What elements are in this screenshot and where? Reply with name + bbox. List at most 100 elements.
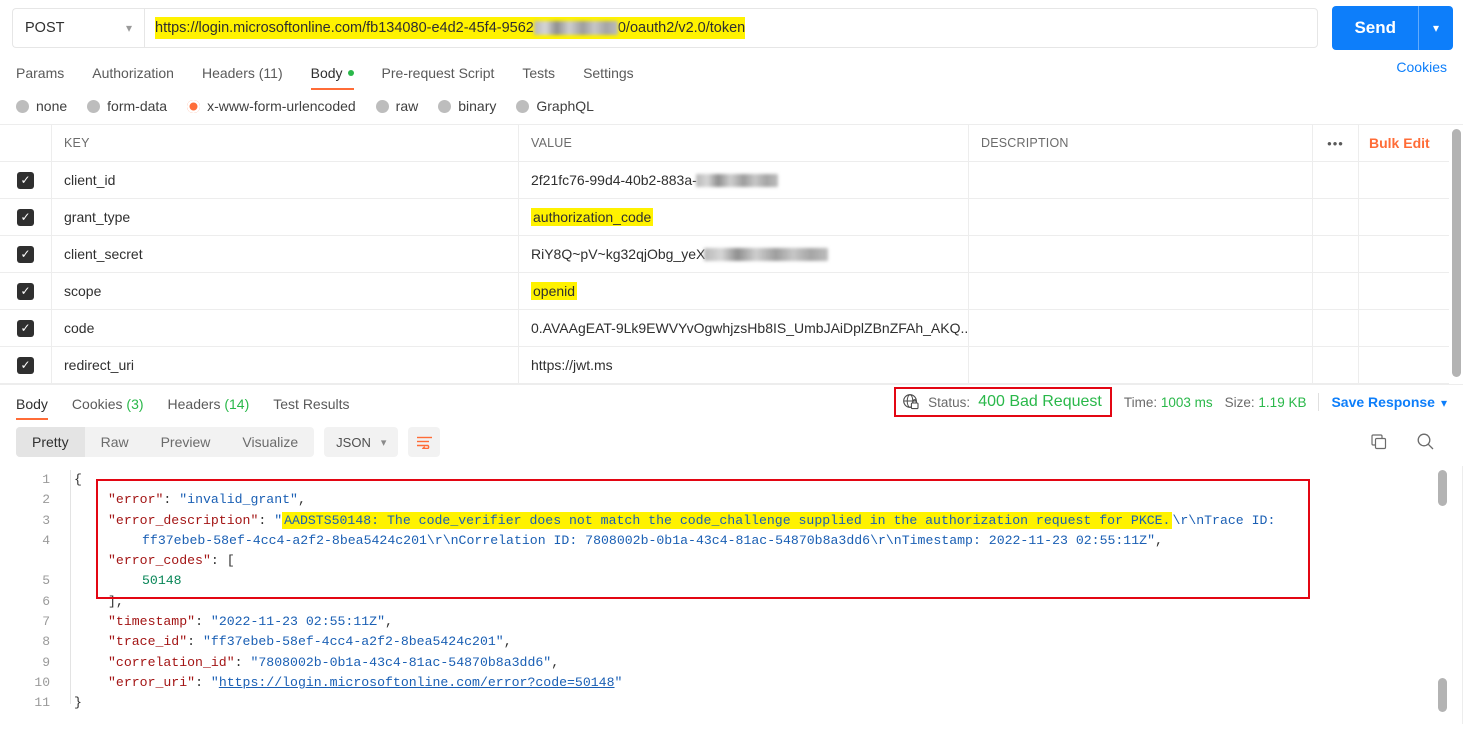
row-spacer-bulk — [1359, 162, 1463, 198]
code-lines: { "error": "invalid_grant", "error_descr… — [74, 470, 1433, 714]
scrollbar-thumb[interactable] — [1452, 129, 1461, 377]
radio-icon — [375, 99, 389, 113]
tab-tests[interactable]: Tests — [522, 65, 555, 90]
param-value[interactable]: openid — [519, 273, 969, 309]
body-type-x-www-form-urlencoded[interactable]: x-www-form-urlencoded — [187, 98, 356, 114]
checkbox-checked-icon[interactable]: ✓ — [17, 245, 34, 263]
param-key[interactable]: code — [52, 310, 519, 346]
table-row[interactable]: ✓ code 0.AVAAgEAT-9Lk9EWVYvOgwhjzsHb8IS_… — [0, 310, 1463, 347]
http-method-label: POST — [25, 20, 65, 36]
response-tab-cookies-count: (3) — [126, 396, 144, 412]
params-table-header: KEY VALUE DESCRIPTION ••• Bulk Edit — [0, 125, 1463, 162]
param-value[interactable]: RiY8Q~pV~kg32qjObg_yeX — [519, 236, 969, 272]
json-key-timestamp: "timestamp" — [108, 614, 196, 630]
bulk-edit-button[interactable]: Bulk Edit — [1359, 125, 1463, 161]
table-row[interactable]: ✓ client_id 2f21fc76-99d4-40b2-883a- — [0, 162, 1463, 199]
param-value[interactable]: authorization_code — [519, 199, 969, 235]
line-number: 11 — [34, 695, 50, 711]
json-value-error-uri-link[interactable]: https://login.microsoftonline.com/error?… — [219, 675, 615, 690]
response-tab-headers[interactable]: Headers (14) — [168, 396, 250, 420]
body-type-form-data-label: form-data — [107, 98, 168, 114]
redacted-value — [704, 247, 829, 261]
table-row[interactable]: ✓ scope openid — [0, 273, 1463, 310]
row-checkbox-cell[interactable]: ✓ — [0, 273, 52, 309]
param-description[interactable] — [969, 273, 1313, 309]
row-checkbox-cell[interactable]: ✓ — [0, 162, 52, 198]
cookies-link[interactable]: Cookies — [1396, 59, 1447, 75]
response-format-selector[interactable]: JSON ▾ — [324, 427, 399, 457]
code-line-2: "error": "invalid_grant", — [108, 492, 306, 508]
tab-authorization[interactable]: Authorization — [92, 65, 174, 90]
table-row[interactable]: ✓ redirect_uri https://jwt.ms — [0, 347, 1463, 384]
search-button[interactable] — [1416, 432, 1435, 456]
param-description[interactable] — [969, 162, 1313, 198]
scrollbar-thumb-secondary[interactable] — [1438, 678, 1447, 712]
view-preview[interactable]: Preview — [145, 427, 227, 457]
param-value[interactable]: 0.AVAAgEAT-9Lk9EWVYvOgwhjzsHb8IS_UmbJAiD… — [519, 310, 969, 346]
json-key-error-codes: "error_codes" — [108, 553, 211, 569]
scrollbar-thumb[interactable] — [1438, 470, 1447, 506]
send-button[interactable]: Send ▾ — [1332, 6, 1453, 50]
redacted-value — [695, 173, 778, 187]
table-row[interactable]: ✓ client_secret RiY8Q~pV~kg32qjObg_yeX — [0, 236, 1463, 273]
checkbox-checked-icon[interactable]: ✓ — [17, 208, 34, 226]
response-view-switcher: Pretty Raw Preview Visualize — [16, 427, 315, 457]
param-value[interactable]: 2f21fc76-99d4-40b2-883a- — [519, 162, 969, 198]
line-number: 10 — [34, 674, 50, 690]
checkbox-checked-icon[interactable]: ✓ — [17, 171, 34, 189]
response-body-scrollbar[interactable] — [1435, 466, 1449, 724]
tab-tests-label: Tests — [522, 65, 556, 81]
param-key[interactable]: grant_type — [52, 199, 519, 235]
response-tab-test-results[interactable]: Test Results — [273, 396, 349, 420]
http-method-selector[interactable]: POST ▾ — [12, 8, 144, 48]
param-value[interactable]: https://jwt.ms — [519, 347, 969, 383]
param-key[interactable]: redirect_uri — [52, 347, 519, 383]
params-table-scrollbar[interactable] — [1449, 125, 1463, 384]
checkbox-checked-icon[interactable]: ✓ — [17, 319, 34, 337]
wrap-lines-button[interactable] — [408, 427, 441, 457]
tab-pre-request-script[interactable]: Pre-request Script — [382, 65, 495, 90]
param-description[interactable] — [969, 236, 1313, 272]
url-input[interactable]: https://login.microsoftonline.com/fb1340… — [144, 8, 1319, 48]
body-type-binary[interactable]: binary — [438, 98, 496, 114]
param-description[interactable] — [969, 199, 1313, 235]
header-checkbox-cell — [0, 125, 52, 161]
wrap-lines-icon — [416, 436, 432, 449]
tab-settings[interactable]: Settings — [583, 65, 634, 90]
send-options-chevron-down-icon[interactable]: ▾ — [1419, 6, 1453, 50]
body-type-graphql[interactable]: GraphQL — [516, 98, 594, 114]
param-description[interactable] — [969, 310, 1313, 346]
body-type-raw[interactable]: raw — [375, 98, 418, 114]
url-prefix: https://login.microsoftonline.com/fb1340… — [155, 20, 534, 36]
tab-params[interactable]: Params — [16, 65, 64, 90]
checkbox-checked-icon[interactable]: ✓ — [17, 282, 34, 300]
response-body-code[interactable]: 1 2 3 4 5 6 7 8 9 10 11 { "error": "inva… — [0, 466, 1463, 724]
checkbox-checked-icon[interactable]: ✓ — [17, 356, 34, 374]
body-type-none[interactable]: none — [16, 98, 67, 114]
tab-headers[interactable]: Headers (11) — [202, 65, 283, 90]
radio-icon — [16, 99, 29, 113]
response-tab-cookies[interactable]: Cookies (3) — [72, 396, 144, 420]
url-bar: POST ▾ https://login.microsoftonline.com… — [0, 0, 1463, 56]
params-options-menu-icon[interactable]: ••• — [1313, 125, 1359, 161]
row-checkbox-cell[interactable]: ✓ — [0, 347, 52, 383]
save-response-button[interactable]: Save Response ▾ — [1331, 394, 1447, 410]
chevron-down-icon[interactable]: ▾ — [1441, 396, 1447, 410]
param-key[interactable]: scope — [52, 273, 519, 309]
body-type-form-data[interactable]: form-data — [87, 98, 167, 114]
copy-button[interactable] — [1370, 433, 1388, 456]
view-visualize[interactable]: Visualize — [226, 427, 314, 457]
tab-body[interactable]: Body — [310, 65, 354, 90]
row-checkbox-cell[interactable]: ✓ — [0, 236, 52, 272]
code-line-11: } — [74, 693, 1433, 713]
param-key[interactable]: client_id — [52, 162, 519, 198]
row-checkbox-cell[interactable]: ✓ — [0, 199, 52, 235]
view-raw[interactable]: Raw — [85, 427, 145, 457]
param-description[interactable] — [969, 347, 1313, 383]
param-key[interactable]: client_secret — [52, 236, 519, 272]
globe-lock-icon — [902, 393, 920, 411]
response-tab-body[interactable]: Body — [16, 396, 48, 420]
table-row[interactable]: ✓ grant_type authorization_code — [0, 199, 1463, 236]
view-pretty[interactable]: Pretty — [16, 427, 85, 457]
row-checkbox-cell[interactable]: ✓ — [0, 310, 52, 346]
